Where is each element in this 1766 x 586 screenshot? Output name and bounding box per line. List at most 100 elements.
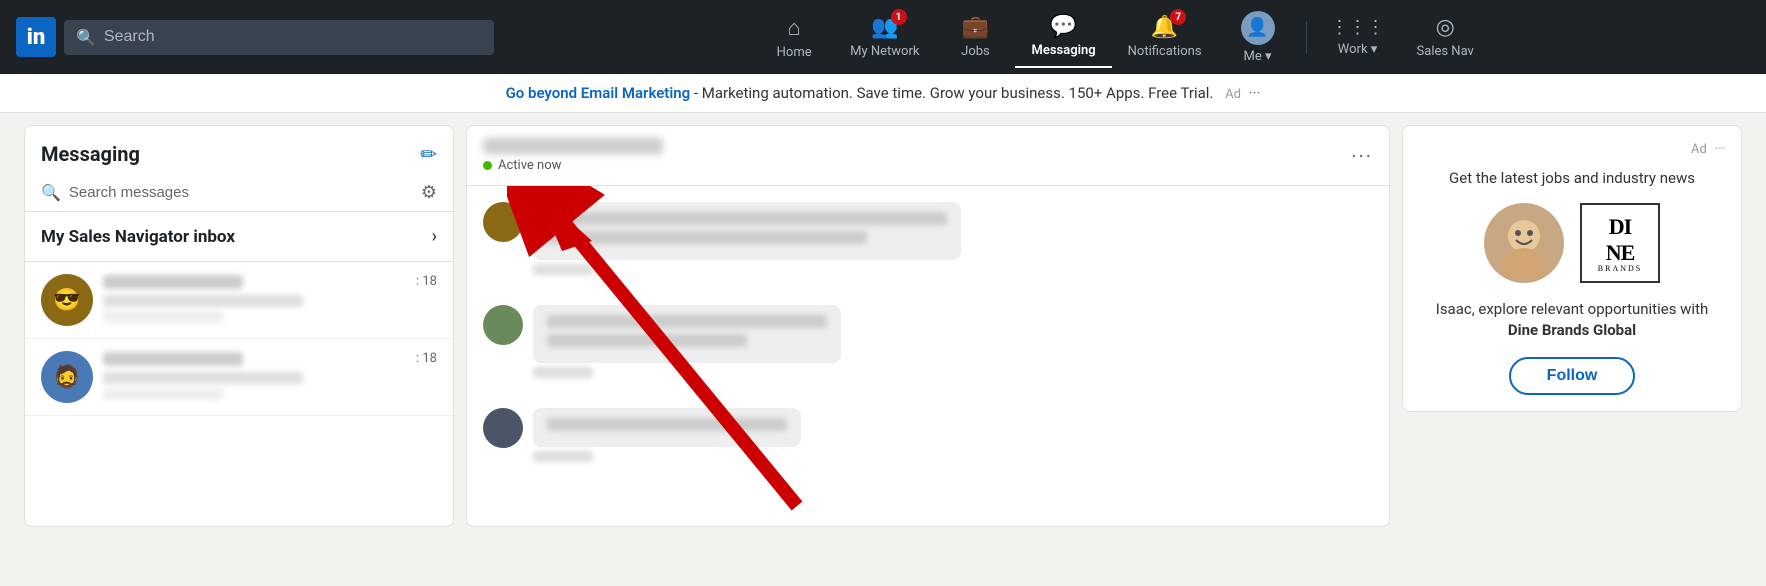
nav-notifications-label: Notifications [1128,44,1202,59]
conversation-item[interactable]: 😎 : 18 [25,262,453,339]
sidebar-search-input[interactable] [69,184,413,201]
msg-text-blurred [533,202,961,260]
msg-content [533,305,841,378]
ad-card-desc-text: Isaac, explore relevant opportunities wi… [1436,300,1709,318]
nav-work[interactable]: ⋮⋮⋮ Work ▾ [1315,9,1401,65]
msg-text-blurred [533,408,801,447]
nav-notifications[interactable]: 🔔 7 Notifications [1112,7,1218,67]
ad-card-title: Get the latest jobs and industry news [1419,169,1725,187]
ad-dots[interactable]: ··· [1249,84,1261,102]
conv-header-info: Active now [483,138,663,173]
notifications-icon: 🔔 7 [1151,15,1178,40]
nav-my-network-label: My Network [850,44,919,59]
nav-messaging-label: Messaging [1031,43,1095,58]
conv-name-blurred [103,275,243,289]
msg-content [533,202,961,275]
ad-person-avatar [1484,203,1564,283]
ad-card-label: Ad [1691,142,1707,157]
nav-home-label: Home [777,45,812,60]
messaging-icon: 💬 [1050,14,1077,39]
follow-button[interactable]: Follow [1509,357,1636,395]
dine-logo-ne: NE [1606,240,1635,266]
message-item [483,305,1373,378]
message-area [467,186,1389,526]
msg-meta-blurred [533,367,593,378]
main-layout: Messaging ✏ 🔍 ⚙ My Sales Navigator inbox… [0,113,1766,539]
ad-banner-link[interactable]: Go beyond Email Marketing [506,84,691,102]
conv-name-row: : 18 [103,274,437,289]
navbar: in 🔍 ⌂ Home 👥 1 My Network 💼 Jobs 💬 Mess… [0,0,1766,74]
nav-my-network[interactable]: 👥 1 My Network [834,7,935,67]
msg-text-blurred [533,305,841,363]
chevron-right-icon: › [432,226,437,247]
blur-line [547,418,787,431]
conversation-options-icon[interactable]: ··· [1351,144,1373,168]
msg-avatar [483,202,523,242]
nav-home[interactable]: ⌂ Home [754,7,834,68]
my-network-icon: 👥 1 [871,15,898,40]
search-input[interactable] [104,28,482,46]
conv-content: : 18 [103,351,437,400]
conv-time: : 18 [416,274,437,289]
conversation-panel: Active now ··· [466,125,1390,527]
msg-content [533,408,801,462]
compose-icon[interactable]: ✏ [420,142,437,166]
ad-card-description: Isaac, explore relevant opportunities wi… [1419,299,1725,341]
notifications-badge: 7 [1170,9,1186,25]
active-dot [483,161,492,170]
messaging-sidebar: Messaging ✏ 🔍 ⚙ My Sales Navigator inbox… [24,125,454,527]
ad-label: Ad [1225,87,1241,102]
ad-card-company-bold: Dine Brands Global [1508,321,1636,339]
dine-logo-brands: BRANDS [1598,264,1642,273]
message-item [483,408,1373,462]
conv-time: : 18 [416,351,437,366]
blur-line [547,315,827,328]
message-item [483,202,1373,275]
nav-sales-nav-label: Sales Nav [1417,44,1474,59]
filter-icon[interactable]: ⚙ [421,182,437,203]
home-icon: ⌂ [787,15,800,41]
avatar: 👤 [1241,11,1275,45]
conv-content: : 18 [103,274,437,323]
ad-card-header: Ad ··· [1419,142,1725,157]
sales-nav-icon: ◎ [1436,15,1455,40]
conv-preview-blurred2 [103,388,223,400]
nav-sales-nav[interactable]: ◎ Sales Nav [1401,7,1490,67]
nav-work-label: Work ▾ [1338,42,1378,57]
conv-name-blurred [103,352,243,366]
ad-card-dots[interactable]: ··· [1715,142,1725,157]
sales-nav-inbox-label: My Sales Navigator inbox [41,227,235,247]
nav-me-label: Me ▾ [1244,49,1272,64]
conv-avatar: 😎 [41,274,93,326]
dine-brands-logo: DI NE BRANDS [1580,203,1660,283]
sidebar-header: Messaging ✏ [25,126,453,174]
dine-logo-di: DI [1609,214,1631,240]
blur-line [547,334,747,347]
search-bar[interactable]: 🔍 [64,20,494,55]
sales-nav-inbox[interactable]: My Sales Navigator inbox › [25,212,453,262]
ad-banner-text: - Marketing automation. Save time. Grow … [690,84,1213,102]
right-panel: Ad ··· Get the latest jobs and industry … [1402,125,1742,527]
ad-card: Ad ··· Get the latest jobs and industry … [1402,125,1742,412]
nav-jobs[interactable]: 💼 Jobs [935,7,1015,67]
search-icon: 🔍 [76,28,96,47]
nav-items: ⌂ Home 👥 1 My Network 💼 Jobs 💬 Messaging… [494,3,1750,72]
conv-header-name-blurred [483,138,663,154]
jobs-icon: 💼 [962,15,989,40]
linkedin-logo[interactable]: in [16,17,56,57]
conv-name-row: : 18 [103,351,437,366]
active-status: Active now [483,158,663,173]
conv-avatar: 🧔 [41,351,93,403]
msg-meta-blurred [533,451,593,462]
sidebar-search-bar: 🔍 ⚙ [25,174,453,212]
sidebar-search-icon: 🔍 [41,183,61,202]
conversation-header: Active now ··· [467,126,1389,186]
sidebar-title: Messaging [41,142,140,166]
msg-avatar [483,408,523,448]
nav-messaging[interactable]: 💬 Messaging [1015,6,1111,68]
conv-preview-blurred [103,372,303,384]
nav-me[interactable]: 👤 Me ▾ [1218,3,1298,72]
conversation-item[interactable]: 🧔 : 18 [25,339,453,416]
conv-preview-blurred [103,295,303,307]
my-network-badge: 1 [891,9,907,25]
